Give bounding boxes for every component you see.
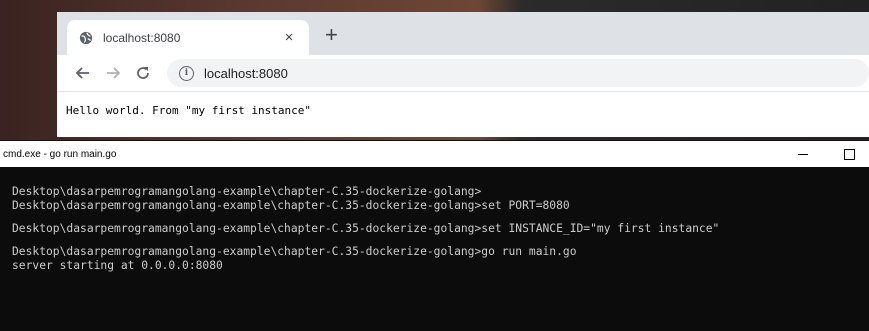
console-line: Desktop\dasarpemrogramangolang-example\c… bbox=[12, 199, 570, 212]
page-content: Hello world. From "my first instance" bbox=[57, 91, 869, 137]
console-title: cmd.exe - go run main.go bbox=[3, 148, 117, 160]
console-output[interactable]: Desktop\dasarpemrogramangolang-example\c… bbox=[0, 167, 869, 273]
plus-icon[interactable]: + bbox=[325, 24, 338, 46]
close-icon[interactable]: × bbox=[281, 29, 297, 46]
browser-window: localhost:8080 × + i localhost:8080 Hell… bbox=[57, 12, 869, 137]
console-line: Desktop\dasarpemrogramangolang-example\c… bbox=[12, 245, 577, 258]
page-text: Hello world. From "my first instance" bbox=[66, 104, 312, 117]
address-url[interactable]: localhost:8080 bbox=[204, 66, 288, 81]
console-line: Desktop\dasarpemrogramangolang-example\c… bbox=[12, 222, 720, 235]
tab-localhost[interactable]: localhost:8080 × bbox=[67, 20, 309, 55]
reload-icon[interactable] bbox=[129, 59, 157, 87]
console-line: server starting at 0.0.0.0:8080 bbox=[12, 259, 223, 272]
console-titlebar[interactable]: cmd.exe - go run main.go bbox=[0, 141, 869, 167]
forward-arrow-icon[interactable] bbox=[99, 59, 127, 87]
globe-icon bbox=[79, 31, 93, 44]
console-line: Desktop\dasarpemrogramangolang-example\c… bbox=[12, 185, 482, 198]
address-bar[interactable]: i localhost:8080 bbox=[167, 59, 869, 87]
tab-title: localhost:8080 bbox=[103, 30, 181, 45]
console-window: cmd.exe - go run main.go Desktop\dasarpe… bbox=[0, 141, 869, 331]
maximize-icon[interactable] bbox=[826, 141, 869, 167]
info-icon[interactable]: i bbox=[179, 65, 194, 81]
tab-strip: localhost:8080 × + bbox=[57, 12, 869, 55]
browser-toolbar: i localhost:8080 bbox=[57, 55, 869, 91]
minimize-icon[interactable] bbox=[780, 141, 826, 167]
back-arrow-icon[interactable] bbox=[69, 59, 97, 87]
